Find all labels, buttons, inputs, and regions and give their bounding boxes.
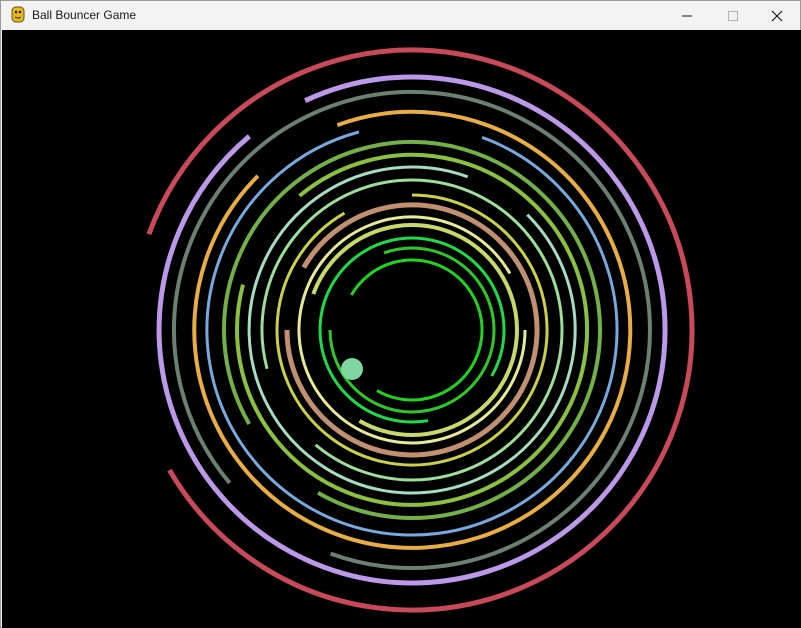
ring-13 <box>192 109 633 550</box>
ring-3 <box>318 236 506 424</box>
maximize-icon <box>728 10 738 21</box>
ring-5 <box>297 215 527 445</box>
minimize-icon <box>682 15 692 16</box>
ring-6 <box>284 202 540 458</box>
ring-12 <box>205 130 619 537</box>
ring-2 <box>328 246 496 414</box>
ring-7 <box>275 193 549 467</box>
ring-4 <box>311 222 519 437</box>
minimize-button[interactable] <box>664 1 710 30</box>
ring-11 <box>222 140 602 520</box>
ring-14 <box>171 89 652 570</box>
title-bar[interactable]: Ball Bouncer Game <box>1 1 800 30</box>
window-title: Ball Bouncer Game <box>32 8 137 22</box>
python-icon <box>11 6 25 23</box>
game-window: Ball Bouncer Game <box>0 0 801 628</box>
ball <box>341 358 363 380</box>
game-board <box>146 47 695 613</box>
close-button[interactable] <box>754 1 800 30</box>
ring-1 <box>350 258 484 402</box>
game-canvas[interactable] <box>2 30 801 628</box>
maximize-button[interactable] <box>710 1 756 30</box>
close-icon <box>771 10 783 21</box>
ring-16 <box>146 47 695 613</box>
